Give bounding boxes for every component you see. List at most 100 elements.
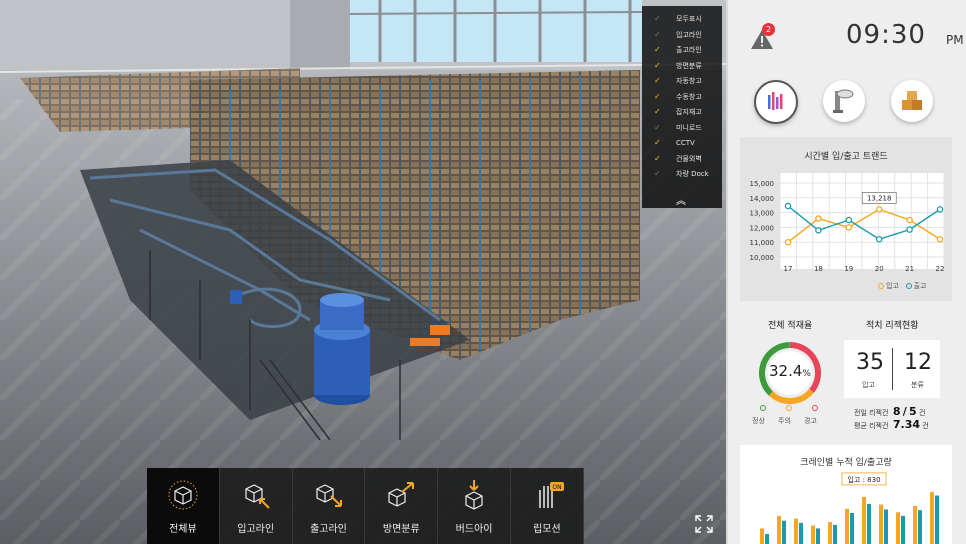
rack-reject-box: 35 입고 12 분류 xyxy=(844,340,940,398)
tool-label: 출고라인 xyxy=(310,524,347,535)
chart-mode-button[interactable] xyxy=(754,80,798,124)
bar-outbound xyxy=(816,528,820,544)
tool-label: 립모션 xyxy=(533,524,561,535)
checkbox-icon[interactable]: ✓ xyxy=(654,152,664,166)
cctv-mode-button[interactable] xyxy=(823,80,865,122)
bar-outbound xyxy=(782,520,786,544)
box-divider xyxy=(892,348,893,390)
layer-item[interactable]: ✓ CCTV xyxy=(646,136,720,150)
layer-item[interactable]: ✓ 건물외벽 xyxy=(646,152,720,166)
data-point xyxy=(815,215,822,222)
layer-item-label: 건물외벽 xyxy=(676,154,702,163)
value-callout: 13,218 xyxy=(867,194,892,202)
layer-item-label: 모두표시 xyxy=(676,15,702,23)
x-tick-label: 17 xyxy=(784,265,793,273)
data-point xyxy=(784,202,792,210)
checkbox-icon[interactable]: ✓ xyxy=(654,136,664,150)
checkbox-icon[interactable]: ✓ xyxy=(654,105,664,119)
rack-reject-title: 적치 리젝현황 xyxy=(866,321,919,331)
layer-item[interactable]: ✓ 수동창고 xyxy=(646,90,720,104)
layer-item-label: 방면분류 xyxy=(676,61,702,70)
window-row xyxy=(349,0,643,62)
legend-outbound: 출고 xyxy=(905,282,926,290)
boxes-icon xyxy=(902,91,922,110)
layer-item[interactable]: ✓ 모두표시 xyxy=(646,12,720,26)
tool-cube-full[interactable]: 전체뷰 xyxy=(147,468,220,544)
layer-item[interactable]: ✓ 미니로드 xyxy=(646,121,720,135)
legend-inbound: 입고 xyxy=(878,282,899,290)
layer-item[interactable]: ✓ 자동창고 xyxy=(646,74,720,88)
tool-leap-motion[interactable]: ON 립모션 xyxy=(511,468,584,544)
y-tick-label: 13,000 xyxy=(750,210,775,218)
data-point xyxy=(875,206,883,213)
bar-outbound xyxy=(850,513,854,544)
tool-bird-eye[interactable]: 버드아이 xyxy=(438,468,511,544)
svg-text:ON: ON xyxy=(552,484,561,491)
fullscreen-icon[interactable] xyxy=(694,514,714,534)
data-point xyxy=(815,227,822,234)
layer-item[interactable]: ✓ 차량 Dock xyxy=(646,167,720,181)
alert-count-badge: 2 xyxy=(762,23,775,36)
clock-time: 09:30 xyxy=(846,20,926,50)
cube-in-icon xyxy=(245,484,270,509)
tool-cube-in[interactable]: 입고라인 xyxy=(220,468,293,544)
blue-machine xyxy=(314,293,370,405)
y-tick-label: 15,000 xyxy=(750,180,775,188)
layer-item-label: 출고라인 xyxy=(676,46,702,54)
prev-reject-row: 전일 리젝건 8 / 5 건 xyxy=(854,405,926,418)
cube-sort-icon xyxy=(388,482,415,507)
layer-item[interactable]: ✓ 방면분류 xyxy=(646,59,720,73)
trend-line-chart: 15,000 14,000 13,000 12,000 11,000 10,000 17 18… xyxy=(750,173,945,273)
checkbox-icon[interactable]: ✓ xyxy=(654,167,664,181)
checkbox-icon[interactable]: ✓ xyxy=(654,121,664,135)
layer-item[interactable]: ✓ 출고라인 xyxy=(646,43,720,57)
y-tick-label: 14,000 xyxy=(750,195,775,203)
bar-callout: 입고 : 830 xyxy=(847,476,880,484)
collapse-icon[interactable]: ︽ xyxy=(676,192,686,207)
bar-outbound xyxy=(867,503,871,544)
dashboard-panel: 2 09:30 PM 시간별 입/출고 트랜드 15,000 14,000 13,0… xyxy=(728,0,966,544)
layer-visibility-menu: ✓ 모두표시 ✓ 입고라인 ✓ 출고라인 ✓ 방면분류 ✓ 자동창고 ✓ 수동창고 ✓ 잡지재고 ✓ 미니로드… xyxy=(642,6,722,208)
bird-eye-icon xyxy=(465,480,483,510)
layer-item-label: 자동창고 xyxy=(676,77,702,85)
layer-item-label: CCTV xyxy=(676,139,695,147)
checkbox-icon[interactable]: ✓ xyxy=(654,59,664,73)
bar-inbound xyxy=(777,515,781,544)
tool-cube-out[interactable]: 출고라인 xyxy=(293,468,366,544)
cube-out-icon xyxy=(315,484,342,507)
inbound-reject-count: 35 xyxy=(856,350,884,375)
checkbox-icon[interactable]: ✓ xyxy=(654,43,664,57)
trend-legend: 입고 출고 xyxy=(878,281,926,291)
bar-inbound xyxy=(896,512,900,544)
data-point xyxy=(906,216,913,224)
bar-inbound xyxy=(930,492,934,544)
layer-item-label: 미니로드 xyxy=(676,123,702,132)
warehouse-3d-viewport[interactable]: ✓ 모두표시 ✓ 입고라인 ✓ 출고라인 ✓ 방면분류 ✓ 자동창고 ✓ 수동창고 ✓ 잡지재고 ✓ 미니로드… xyxy=(0,0,726,544)
bar-inbound xyxy=(845,508,849,544)
bar-inbound xyxy=(879,504,883,544)
bar-inbound xyxy=(913,506,917,544)
leap-motion-icon: ON xyxy=(539,482,564,508)
data-point xyxy=(936,206,944,213)
bar-inbound xyxy=(828,522,832,544)
legend-normal xyxy=(756,404,768,412)
x-tick-label: 18 xyxy=(814,265,823,273)
data-point xyxy=(845,224,853,231)
checkbox-icon[interactable]: ✓ xyxy=(654,28,664,42)
tool-cube-sort[interactable]: 방면분류 xyxy=(365,468,439,544)
layer-item[interactable]: ✓ 입고라인 xyxy=(646,28,720,42)
checkbox-icon[interactable]: ✓ xyxy=(654,12,664,26)
x-tick-label: 20 xyxy=(875,265,884,273)
layer-item[interactable]: ✓ 잡지재고 xyxy=(646,105,720,119)
inventory-mode-button[interactable] xyxy=(891,80,933,122)
tool-label: 입고라인 xyxy=(237,524,275,535)
cube-full-icon xyxy=(168,480,198,510)
checkbox-icon[interactable]: ✓ xyxy=(654,74,664,88)
layer-item-label: 차량 Dock xyxy=(676,170,709,178)
avg-reject-row: 평균 리젝건 7.34 건 xyxy=(854,418,929,431)
data-point xyxy=(906,226,913,233)
bar-outbound xyxy=(833,524,837,544)
bar-outbound xyxy=(884,509,888,544)
checkbox-icon[interactable]: ✓ xyxy=(654,90,664,104)
sort-reject-count: 12 xyxy=(904,350,932,375)
